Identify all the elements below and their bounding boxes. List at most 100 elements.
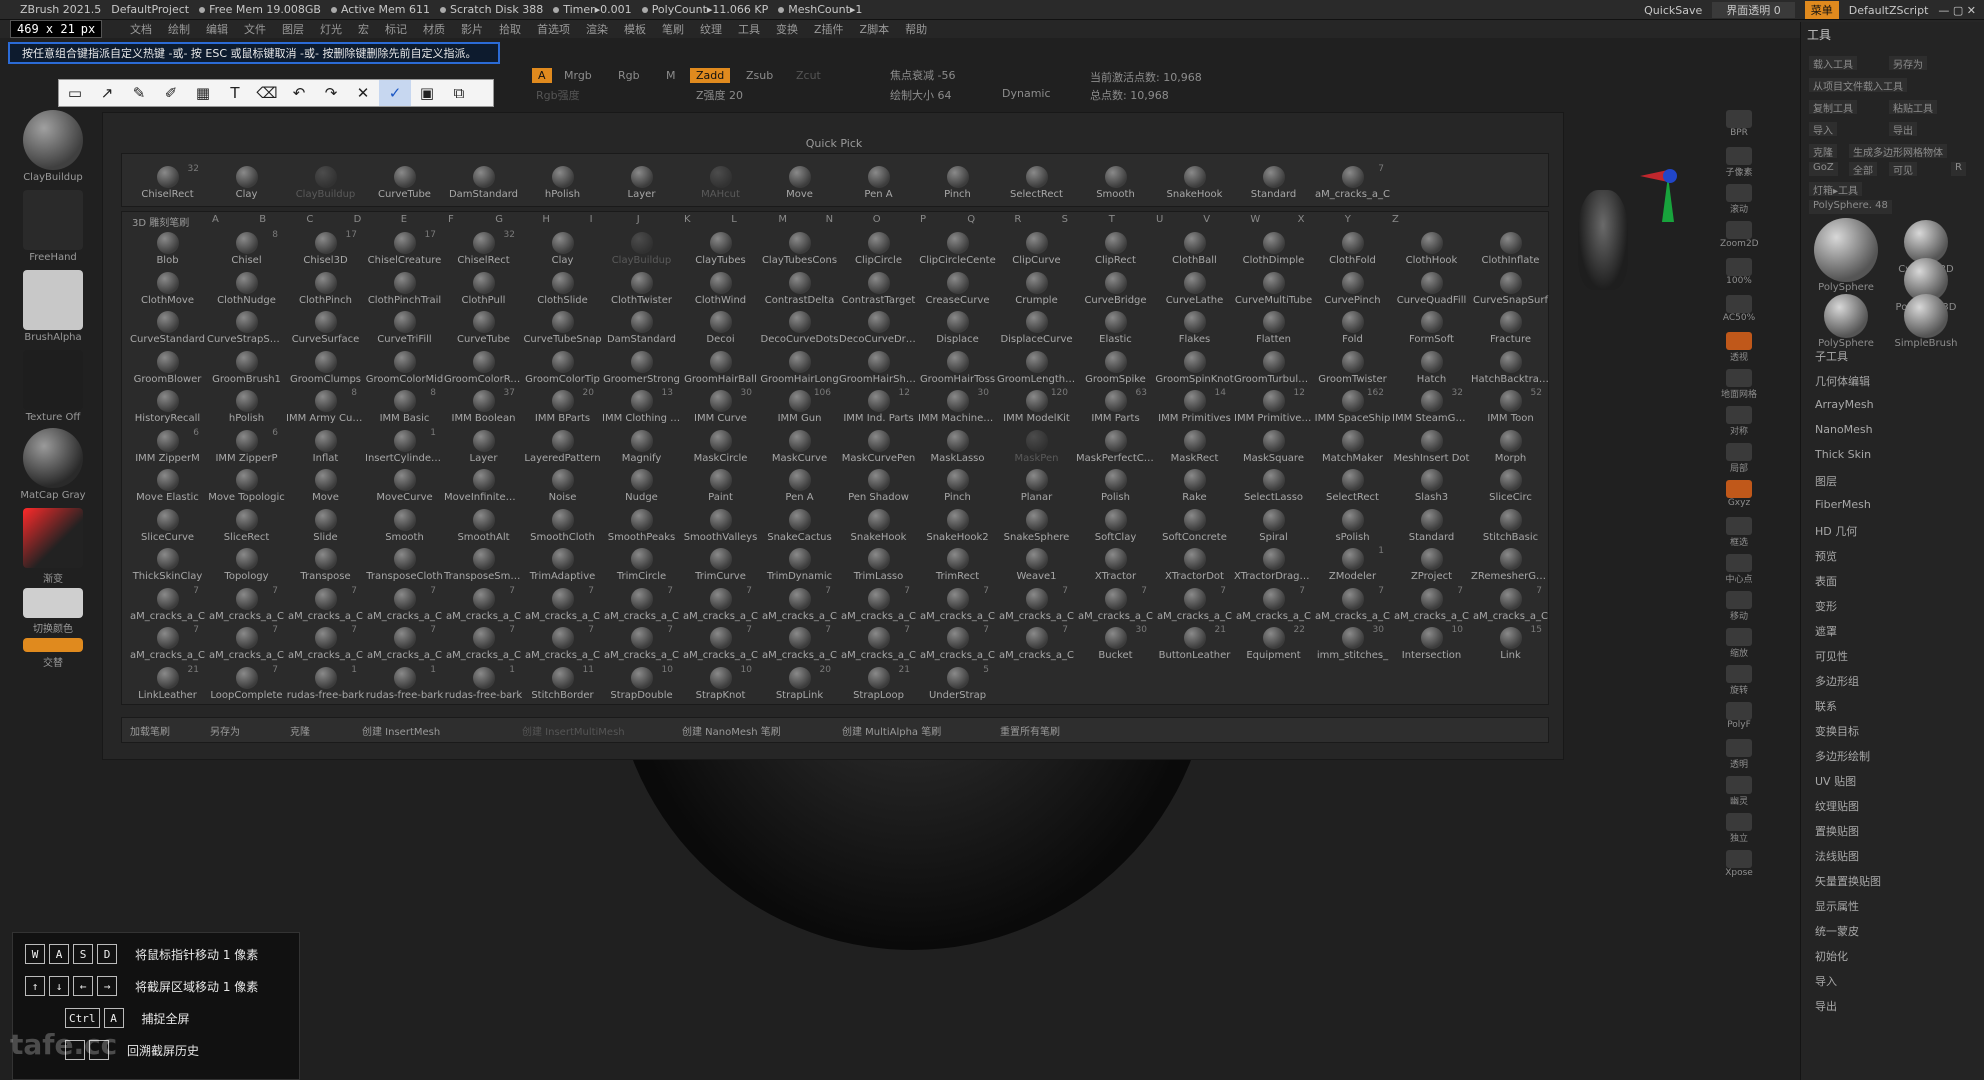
brush-item[interactable]: 12 IMM PrimitivesHi (1234, 388, 1313, 427)
tool-section[interactable]: 导入 (1815, 973, 1837, 989)
highlighter-button[interactable]: ✐ (155, 80, 187, 106)
focal-shift-slider[interactable]: 焦点衰减 -56 (884, 66, 961, 84)
alphabet-letter[interactable]: H (542, 214, 550, 225)
brush-item[interactable]: ClothPinch (286, 270, 365, 309)
tool-section[interactable]: UV 贴图 (1815, 773, 1856, 789)
window-controls[interactable]: — ▢ ✕ (1938, 4, 1976, 17)
brush-item[interactable]: 22 Equipment (1234, 625, 1313, 664)
brush-item[interactable]: MaskSquare (1234, 428, 1313, 467)
alphabet-letter[interactable]: Y (1345, 214, 1351, 225)
brush-item[interactable]: SliceCirc (1471, 467, 1550, 506)
quicksave-button[interactable]: QuickSave (1644, 4, 1702, 17)
alphabet-letter[interactable]: F (448, 214, 454, 225)
brush-item[interactable]: SelectRect (1313, 467, 1392, 506)
quick-pick-brush[interactable]: MAHcut (681, 164, 760, 203)
brush-item[interactable]: ThickSkinClay (128, 546, 207, 585)
brush-item[interactable]: 7 aM_cracks_a_C (128, 586, 207, 625)
current-tool-slider[interactable]: PolySphere. 48 (1809, 200, 1892, 214)
brush-item[interactable]: 63 IMM Parts (1076, 388, 1155, 427)
alphabet-letter[interactable]: D (354, 214, 362, 225)
tool-button[interactable]: 粘贴工具 (1889, 100, 1937, 115)
brush-action-button[interactable]: 重置所有笔刷 (1000, 723, 1060, 738)
z-strength-slider[interactable]: Z强度 20 (690, 86, 749, 104)
tool-section[interactable]: Thick Skin (1815, 448, 1871, 461)
brush-item[interactable]: Fold (1313, 309, 1392, 348)
brush-item[interactable]: 7 aM_cracks_a_C (839, 625, 918, 664)
brush-item[interactable]: HistoryRecall (128, 388, 207, 427)
brush-item[interactable]: 7 aM_cracks_a_C (681, 625, 760, 664)
view-tool-button[interactable]: Zoom2D (1720, 221, 1759, 253)
brush-item[interactable]: 17 ChiselCreature (365, 230, 444, 269)
alphabet-letter[interactable]: O (873, 214, 881, 225)
mosaic-button[interactable]: ▦ (187, 80, 219, 106)
brush-item[interactable]: 30 IMM Curve (681, 388, 760, 427)
shelf-item[interactable]: 交替 (20, 638, 86, 669)
brush-item[interactable]: 7 aM_cracks_a_C (444, 586, 523, 625)
alphabet-letter[interactable]: G (495, 214, 503, 225)
m-button[interactable]: M (660, 68, 682, 83)
brush-item[interactable]: 7 aM_cracks_a_C (602, 586, 681, 625)
tool-section[interactable]: 变换目标 (1815, 723, 1859, 739)
quick-pick-brush[interactable]: Clay (207, 164, 286, 203)
view-tool-button[interactable]: 旋转 (1720, 665, 1758, 697)
shelf-item[interactable]: Texture Off (20, 350, 86, 423)
brush-item[interactable]: 21 LinkLeather (128, 665, 207, 704)
brush-item[interactable]: GroomHairToss (918, 349, 997, 388)
default-script[interactable]: DefaultZScript (1849, 4, 1929, 17)
brush-item[interactable]: 17 Chisel3D (286, 230, 365, 269)
brush-action-button[interactable]: 创建 NanoMesh 笔刷 (682, 723, 781, 738)
brush-item[interactable]: CurveSnapSurf (1471, 270, 1550, 309)
menu-item[interactable]: 帮助 (905, 21, 927, 37)
brush-item[interactable]: StitchBasic (1471, 507, 1550, 546)
view-tool-button[interactable]: 透视 (1720, 332, 1758, 364)
alphabet-letter[interactable]: J (637, 214, 640, 225)
shelf-item[interactable]: MatCap Gray (20, 428, 86, 501)
brush-item[interactable]: Flakes (1155, 309, 1234, 348)
brush-item[interactable]: ClayBuildup (602, 230, 681, 269)
brush-item[interactable]: 7 aM_cracks_a_C (1155, 586, 1234, 625)
tool-section[interactable]: NanoMesh (1815, 423, 1873, 436)
tool-section[interactable]: 统一蒙皮 (1815, 923, 1859, 939)
view-tool-button[interactable]: 移动 (1720, 591, 1758, 623)
brush-item[interactable]: Crumple (997, 270, 1076, 309)
a-button[interactable]: A (532, 68, 552, 83)
brush-item[interactable]: ClayTubes (681, 230, 760, 269)
brush-item[interactable]: SoftClay (1076, 507, 1155, 546)
brush-item[interactable]: 11 StitchBorder (523, 665, 602, 704)
quick-pick-brush[interactable]: ClayBuildup (286, 164, 365, 203)
brush-item[interactable]: GroomBrush1 (207, 349, 286, 388)
brush-item[interactable]: CurveStandard (128, 309, 207, 348)
redo-button[interactable]: ↷ (315, 80, 347, 106)
brush-item[interactable]: Fracture (1471, 309, 1550, 348)
brush-item[interactable]: TrimCurve (681, 546, 760, 585)
brush-item[interactable]: Flatten (1234, 309, 1313, 348)
brush-item[interactable]: 7 aM_cracks_a_C (365, 586, 444, 625)
brush-item[interactable]: ClothTwister (602, 270, 681, 309)
alphabet-letter[interactable]: L (731, 214, 737, 225)
tool-section[interactable]: ArrayMesh (1815, 398, 1874, 411)
brush-item[interactable]: MaskPen (997, 428, 1076, 467)
brush-item[interactable]: 7 aM_cracks_a_C (1234, 586, 1313, 625)
brush-item[interactable]: CurveMultiTube (1234, 270, 1313, 309)
brush-item[interactable]: Noise (523, 467, 602, 506)
text-button[interactable]: T (219, 80, 251, 106)
brush-item[interactable]: 120 IMM ModelKit (997, 388, 1076, 427)
tool-section[interactable]: 预览 (1815, 548, 1837, 564)
brush-item[interactable]: ClipCircle (839, 230, 918, 269)
brush-item[interactable]: 30 IMM MachineParts (918, 388, 997, 427)
alphabet-letter[interactable]: Z (1392, 214, 1399, 225)
view-tool-button[interactable]: 滚动 (1720, 184, 1758, 216)
brush-item[interactable]: CurveTriFill (365, 309, 444, 348)
brush-item[interactable]: 20 IMM BParts (523, 388, 602, 427)
menu-item[interactable]: 工具 (738, 21, 760, 37)
brush-item[interactable]: 15 Link (1471, 625, 1550, 664)
brush-item[interactable]: Blob (128, 230, 207, 269)
brush-item[interactable]: 7 aM_cracks_a_C (997, 586, 1076, 625)
brush-item[interactable]: GroomTwister (1313, 349, 1392, 388)
shelf-item[interactable]: ClayBuildup (20, 110, 86, 183)
quick-pick-brush[interactable]: Pen A (839, 164, 918, 203)
brush-item[interactable]: MaskCircle (681, 428, 760, 467)
brush-item[interactable]: 6 IMM ZipperP (207, 428, 286, 467)
brush-item[interactable]: GroomerStrong (602, 349, 681, 388)
quick-pick-brush[interactable]: 32 ChiselRect (128, 164, 207, 203)
